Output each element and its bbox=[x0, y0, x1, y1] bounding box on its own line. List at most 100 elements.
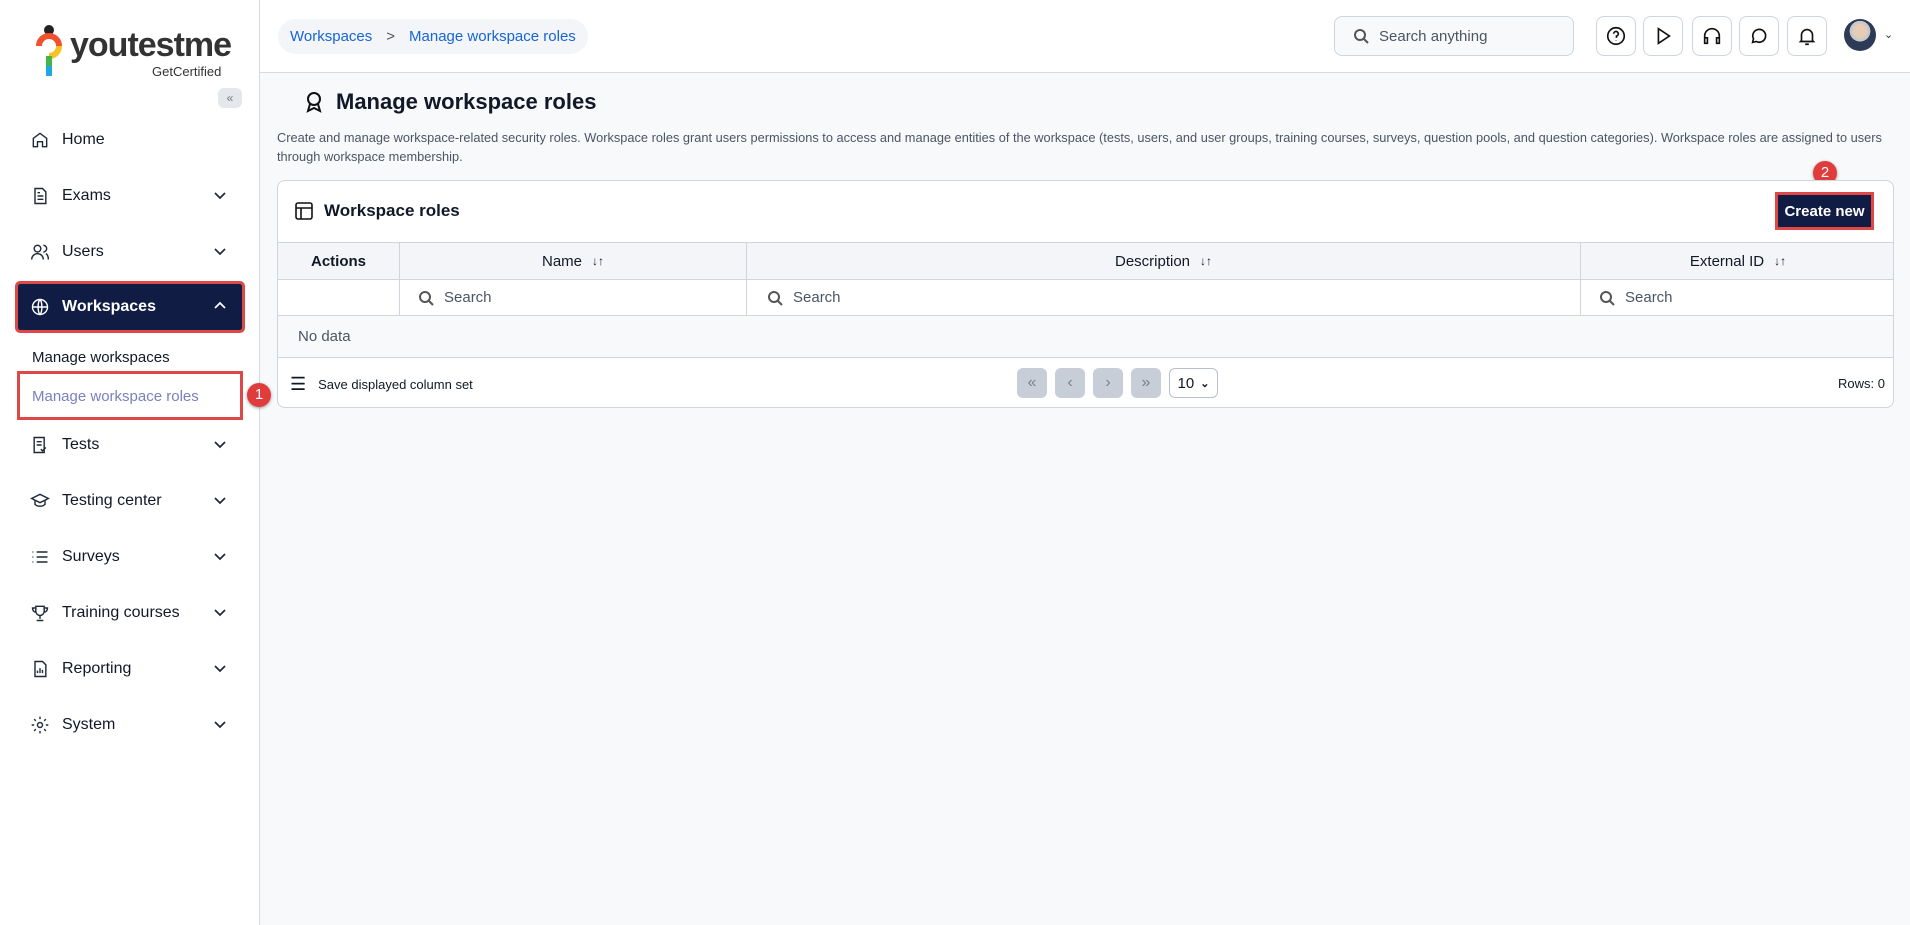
chevron-down-icon bbox=[214, 192, 226, 200]
column-label: Description bbox=[1114, 252, 1191, 270]
search-placeholder: Search anything bbox=[1379, 27, 1488, 45]
page-description: Create and manage workspace-related secu… bbox=[277, 130, 1882, 164]
sidebar-item-testing-center[interactable]: Testing center bbox=[18, 478, 242, 524]
table-icon bbox=[295, 202, 313, 220]
sidebar-item-surveys[interactable]: Surveys bbox=[18, 534, 242, 580]
sidebar-item-label: Surveys bbox=[62, 548, 120, 565]
column-label: Name bbox=[541, 252, 582, 270]
chevron-down-icon bbox=[214, 497, 226, 505]
play-button[interactable] bbox=[1643, 16, 1683, 56]
card-title: Workspace roles bbox=[294, 201, 460, 221]
breadcrumb: Workspaces > Manage workspace roles bbox=[278, 19, 588, 54]
avatar[interactable] bbox=[1844, 19, 1876, 51]
home-icon bbox=[32, 132, 48, 148]
help-button[interactable] bbox=[1596, 16, 1636, 56]
sidebar-item-exams[interactable]: Exams bbox=[18, 173, 242, 219]
help-icon bbox=[1606, 26, 1626, 46]
globe-icon bbox=[31, 298, 49, 316]
page-title: Manage workspace roles bbox=[304, 89, 596, 115]
sidebar-item-label: Testing center bbox=[62, 492, 162, 509]
logo[interactable]: youtestme GetCertified bbox=[34, 22, 234, 82]
sidebar-item-label: Users bbox=[62, 243, 104, 260]
sidebar: youtestme GetCertified « Home Exams User… bbox=[0, 0, 271, 925]
notifications-button[interactable] bbox=[1787, 16, 1827, 56]
breadcrumb-current[interactable]: Manage workspace roles bbox=[409, 28, 576, 45]
search-placeholder: Search bbox=[444, 289, 492, 306]
chevron-down-icon bbox=[214, 721, 226, 729]
name-search-input[interactable]: Search bbox=[400, 280, 747, 315]
external-id-search-input[interactable]: Search bbox=[1581, 280, 1893, 315]
chevron-down-icon[interactable]: ⌄ bbox=[1884, 28, 1893, 41]
document-icon bbox=[34, 187, 47, 205]
last-page-button[interactable]: » bbox=[1131, 368, 1161, 398]
list-icon bbox=[32, 551, 48, 563]
sidebar-item-reporting[interactable]: Reporting bbox=[18, 646, 242, 692]
first-page-button[interactable]: « bbox=[1017, 368, 1047, 398]
chat-icon bbox=[1751, 28, 1767, 44]
award-icon bbox=[306, 92, 322, 113]
sidebar-item-label: System bbox=[62, 716, 116, 733]
chevron-down-icon bbox=[214, 248, 226, 256]
description-search-input[interactable]: Search bbox=[747, 280, 1581, 315]
actions-filter-cell bbox=[278, 280, 400, 315]
sort-icon[interactable]: ↓↑ bbox=[1200, 254, 1212, 268]
graduation-cap-icon bbox=[30, 493, 50, 507]
report-icon bbox=[34, 660, 47, 678]
chevron-down-icon bbox=[214, 553, 226, 561]
support-button[interactable] bbox=[1692, 16, 1732, 56]
search-icon bbox=[1600, 290, 1615, 306]
sort-icon[interactable]: ↓↑ bbox=[1774, 254, 1786, 268]
gear-icon bbox=[31, 716, 49, 734]
column-header-name[interactable]: Name ↓↑ bbox=[400, 243, 747, 279]
sidebar-item-system[interactable]: System bbox=[18, 702, 242, 748]
sidebar-item-label: Exams bbox=[62, 187, 111, 204]
sidebar-item-training-courses[interactable]: Training courses bbox=[18, 590, 242, 636]
page-title-text: Manage workspace roles bbox=[336, 89, 597, 114]
breadcrumb-separator: > bbox=[386, 28, 396, 45]
collapse-sidebar-button[interactable]: « bbox=[218, 88, 242, 108]
save-column-set-label: Save displayed column set bbox=[318, 377, 473, 392]
breadcrumb-workspaces[interactable]: Workspaces bbox=[290, 28, 372, 45]
chevron-down-icon bbox=[214, 665, 226, 673]
trophy-icon bbox=[31, 605, 49, 622]
column-header-description[interactable]: Description ↓↑ bbox=[747, 243, 1581, 279]
next-page-button[interactable]: › bbox=[1093, 368, 1123, 398]
save-column-set-button[interactable]: ☰ Save displayed column set bbox=[290, 374, 473, 395]
sidebar-item-home[interactable]: Home bbox=[18, 117, 242, 163]
column-header-external-id[interactable]: External ID ↓↑ bbox=[1581, 243, 1893, 279]
test-icon bbox=[33, 436, 47, 454]
logo-icon bbox=[36, 25, 62, 76]
users-icon bbox=[30, 244, 50, 260]
sidebar-subitem-manage-workspaces[interactable]: Manage workspaces bbox=[32, 349, 170, 366]
sidebar-item-workspaces[interactable]: Workspaces bbox=[15, 281, 245, 333]
chevron-down-icon bbox=[214, 441, 226, 449]
sidebar-item-label: Home bbox=[62, 131, 105, 148]
sidebar-item-label: Workspaces bbox=[62, 298, 156, 315]
global-search-input[interactable]: Search anything bbox=[1334, 16, 1574, 56]
workspace-roles-card: Workspace roles Create new Actions Name ↓… bbox=[277, 180, 1894, 408]
logo-wordmark: youtestme bbox=[70, 26, 232, 64]
no-data-text: No data bbox=[298, 328, 351, 345]
sidebar-subitem-manage-workspace-roles[interactable]: Manage workspace roles bbox=[32, 388, 199, 405]
column-label: External ID bbox=[1689, 252, 1765, 270]
filter-row: Search Search Search bbox=[278, 279, 1893, 315]
sort-icon[interactable]: ↓↑ bbox=[592, 254, 604, 268]
chat-button[interactable] bbox=[1739, 16, 1779, 56]
sidebar-item-users[interactable]: Users bbox=[18, 229, 242, 275]
play-icon bbox=[1657, 27, 1671, 45]
search-icon bbox=[768, 290, 783, 306]
search-placeholder: Search bbox=[1625, 289, 1673, 306]
menu-icon: ☰ bbox=[290, 374, 307, 394]
sidebar-item-label: Training courses bbox=[62, 604, 180, 621]
create-new-button[interactable]: Create new bbox=[1775, 192, 1874, 230]
search-icon bbox=[419, 290, 434, 306]
empty-row: No data bbox=[278, 315, 1893, 357]
page-size-select[interactable]: 10 ⌄ bbox=[1169, 368, 1218, 398]
previous-page-button[interactable]: ‹ bbox=[1055, 368, 1085, 398]
search-icon bbox=[1354, 29, 1369, 44]
headset-icon bbox=[1703, 27, 1721, 45]
sidebar-item-tests[interactable]: Tests bbox=[18, 422, 242, 468]
step-badge-1: 1 bbox=[247, 383, 271, 407]
sidebar-item-label: Reporting bbox=[62, 660, 132, 677]
page-size-value: 10 bbox=[1177, 374, 1195, 392]
